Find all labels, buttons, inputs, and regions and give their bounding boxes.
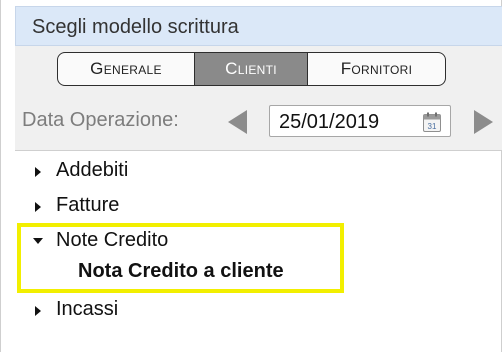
expand-triangle-icon[interactable] [35, 306, 41, 316]
panel-header: Scegli modello scrittura [15, 6, 502, 46]
previous-date-arrow-icon[interactable] [228, 110, 247, 134]
tree-node-label: Fatture [56, 194, 120, 216]
next-date-arrow-icon[interactable] [474, 110, 493, 134]
tree-node-label: Note Credito [56, 229, 169, 251]
date-value: 25/01/2019 [279, 111, 380, 133]
tab-clienti[interactable]: Clienti [194, 53, 307, 85]
collapse-triangle-icon[interactable] [33, 238, 43, 244]
date-field[interactable]: 25/01/2019 31 [269, 105, 451, 137]
calendar-icon[interactable]: 31 [423, 112, 441, 132]
write-model-panel: Scegli modello scrittura Generale Client… [0, 0, 502, 352]
tab-fornitori[interactable]: Fornitori [307, 53, 445, 85]
expand-triangle-icon[interactable] [35, 202, 41, 212]
svg-text:31: 31 [428, 122, 437, 131]
panel-title: Scegli modello scrittura [32, 16, 239, 38]
tab-generale[interactable]: Generale [58, 53, 194, 85]
tree-leaf-nota-credito-a-cliente[interactable]: Nota Credito a cliente [78, 260, 284, 283]
date-bar: Data Operazione: 25/01/2019 31 [15, 94, 502, 151]
segmented-control: Generale Clienti Fornitori [57, 52, 446, 86]
model-tree: Addebiti Fatture Note Credito Nota Credi… [1, 150, 502, 352]
tab-bar: Generale Clienti Fornitori [15, 46, 502, 94]
tree-node-label: Incassi [56, 298, 119, 320]
expand-triangle-icon[interactable] [35, 167, 41, 177]
date-label: Data Operazione: [22, 109, 179, 131]
tree-node-label: Addebiti [56, 159, 129, 181]
